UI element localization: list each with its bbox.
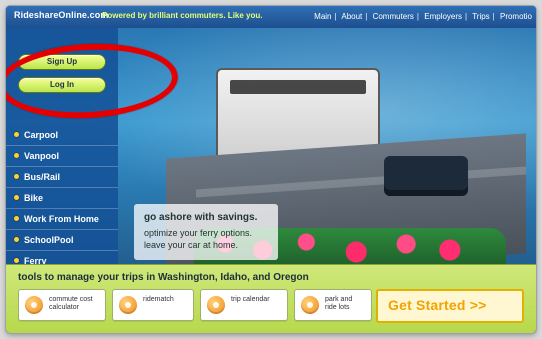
menu-item-label: Bus/Rail (24, 172, 61, 182)
menu-item-label: Bike (24, 193, 44, 203)
menu-item-label: Vanpool (24, 151, 60, 161)
promo-overlay: go ashore with savings. optimize your fe… (134, 204, 278, 260)
tools-title: tools to manage your trips in Washington… (18, 272, 309, 283)
menu-item-schoolpool[interactable]: SchoolPool (6, 230, 118, 251)
tool-label-line-1: park and (325, 296, 353, 303)
top-navigation: Main | About | Commuters | Employers | Trips… (314, 12, 532, 21)
tool-label-line-1: trip calendar (231, 296, 270, 303)
menu-item-bike[interactable]: Bike (6, 188, 118, 209)
get-started-button[interactable]: Get Started >> (376, 289, 524, 323)
nav-employers[interactable]: Employers (424, 12, 462, 21)
tool-label-line-1: ridematch (143, 296, 174, 303)
nav-promotions[interactable]: Promotio (500, 12, 532, 21)
menu-item-label: SchoolPool (24, 235, 74, 245)
bullet-icon (14, 132, 19, 137)
arrow-icon (207, 296, 225, 314)
tool-label-line-1: commute cost (49, 296, 93, 303)
calculator-icon (25, 296, 43, 314)
menu-item-carpool[interactable]: Carpool (6, 125, 118, 146)
tool-label: trip calendar (231, 296, 270, 304)
site-tagline: Powered by brilliant commuters. Like you… (102, 11, 263, 20)
top-bar: RideshareOnline.com Powered by brilliant… (6, 6, 536, 29)
log-in-button[interactable]: Log In (18, 77, 106, 93)
tool-label-line-2: calculator (49, 304, 79, 311)
bullet-icon (14, 153, 19, 158)
tool-label: park and ride lots (325, 296, 352, 312)
promo-line-1: optimize your ferry options. (144, 228, 253, 238)
nav-commuters[interactable]: Commuters (373, 12, 414, 21)
menu-item-work-from-home[interactable]: Work From Home (6, 209, 118, 230)
bullet-icon (14, 174, 19, 179)
tool-commute-cost-calculator[interactable]: commute cost calculator (18, 289, 106, 321)
website-frame: RideshareOnline.com Powered by brilliant… (6, 6, 536, 333)
nav-about[interactable]: About (341, 12, 362, 21)
nav-main[interactable]: Main (314, 12, 331, 21)
tools-row: commute cost calculator ridematch trip c… (18, 289, 532, 323)
tool-label: commute cost calculator (49, 296, 93, 312)
menu-item-label: Carpool (24, 130, 59, 140)
get-started-label: Get Started >> (388, 297, 487, 313)
sign-up-button[interactable]: Sign Up (18, 54, 106, 70)
tools-panel: tools to manage your trips in Washington… (6, 264, 536, 333)
bullet-icon (14, 216, 19, 221)
tool-label-line-2: ride lots (325, 304, 350, 311)
promo-line-2: leave your car at home. (144, 240, 239, 250)
left-sidebar: Sign Up Log In Carpool Vanpool Bus/Rail … (6, 28, 180, 272)
commute-options-menu: Carpool Vanpool Bus/Rail Bike Work From … (6, 125, 118, 272)
menu-item-label: Work From Home (24, 214, 99, 224)
parking-icon (301, 296, 319, 314)
nav-trips[interactable]: Trips (472, 12, 489, 21)
bullet-icon (14, 237, 19, 242)
auth-buttons: Sign Up Log In (18, 54, 106, 94)
menu-item-vanpool[interactable]: Vanpool (6, 146, 118, 167)
tool-park-and-ride-lots[interactable]: park and ride lots (294, 289, 372, 321)
tool-trip-calendar[interactable]: trip calendar (200, 289, 288, 321)
site-logo[interactable]: RideshareOnline.com (14, 10, 108, 20)
bullet-icon (14, 195, 19, 200)
tool-ridematch[interactable]: ridematch (112, 289, 194, 321)
vehicle-illustration (384, 156, 468, 196)
people-icon (119, 296, 137, 314)
promo-heading: go ashore with savings. (144, 212, 258, 223)
menu-item-bus-rail[interactable]: Bus/Rail (6, 167, 118, 188)
tool-label: ridematch (143, 296, 174, 304)
bullet-icon (14, 258, 19, 263)
